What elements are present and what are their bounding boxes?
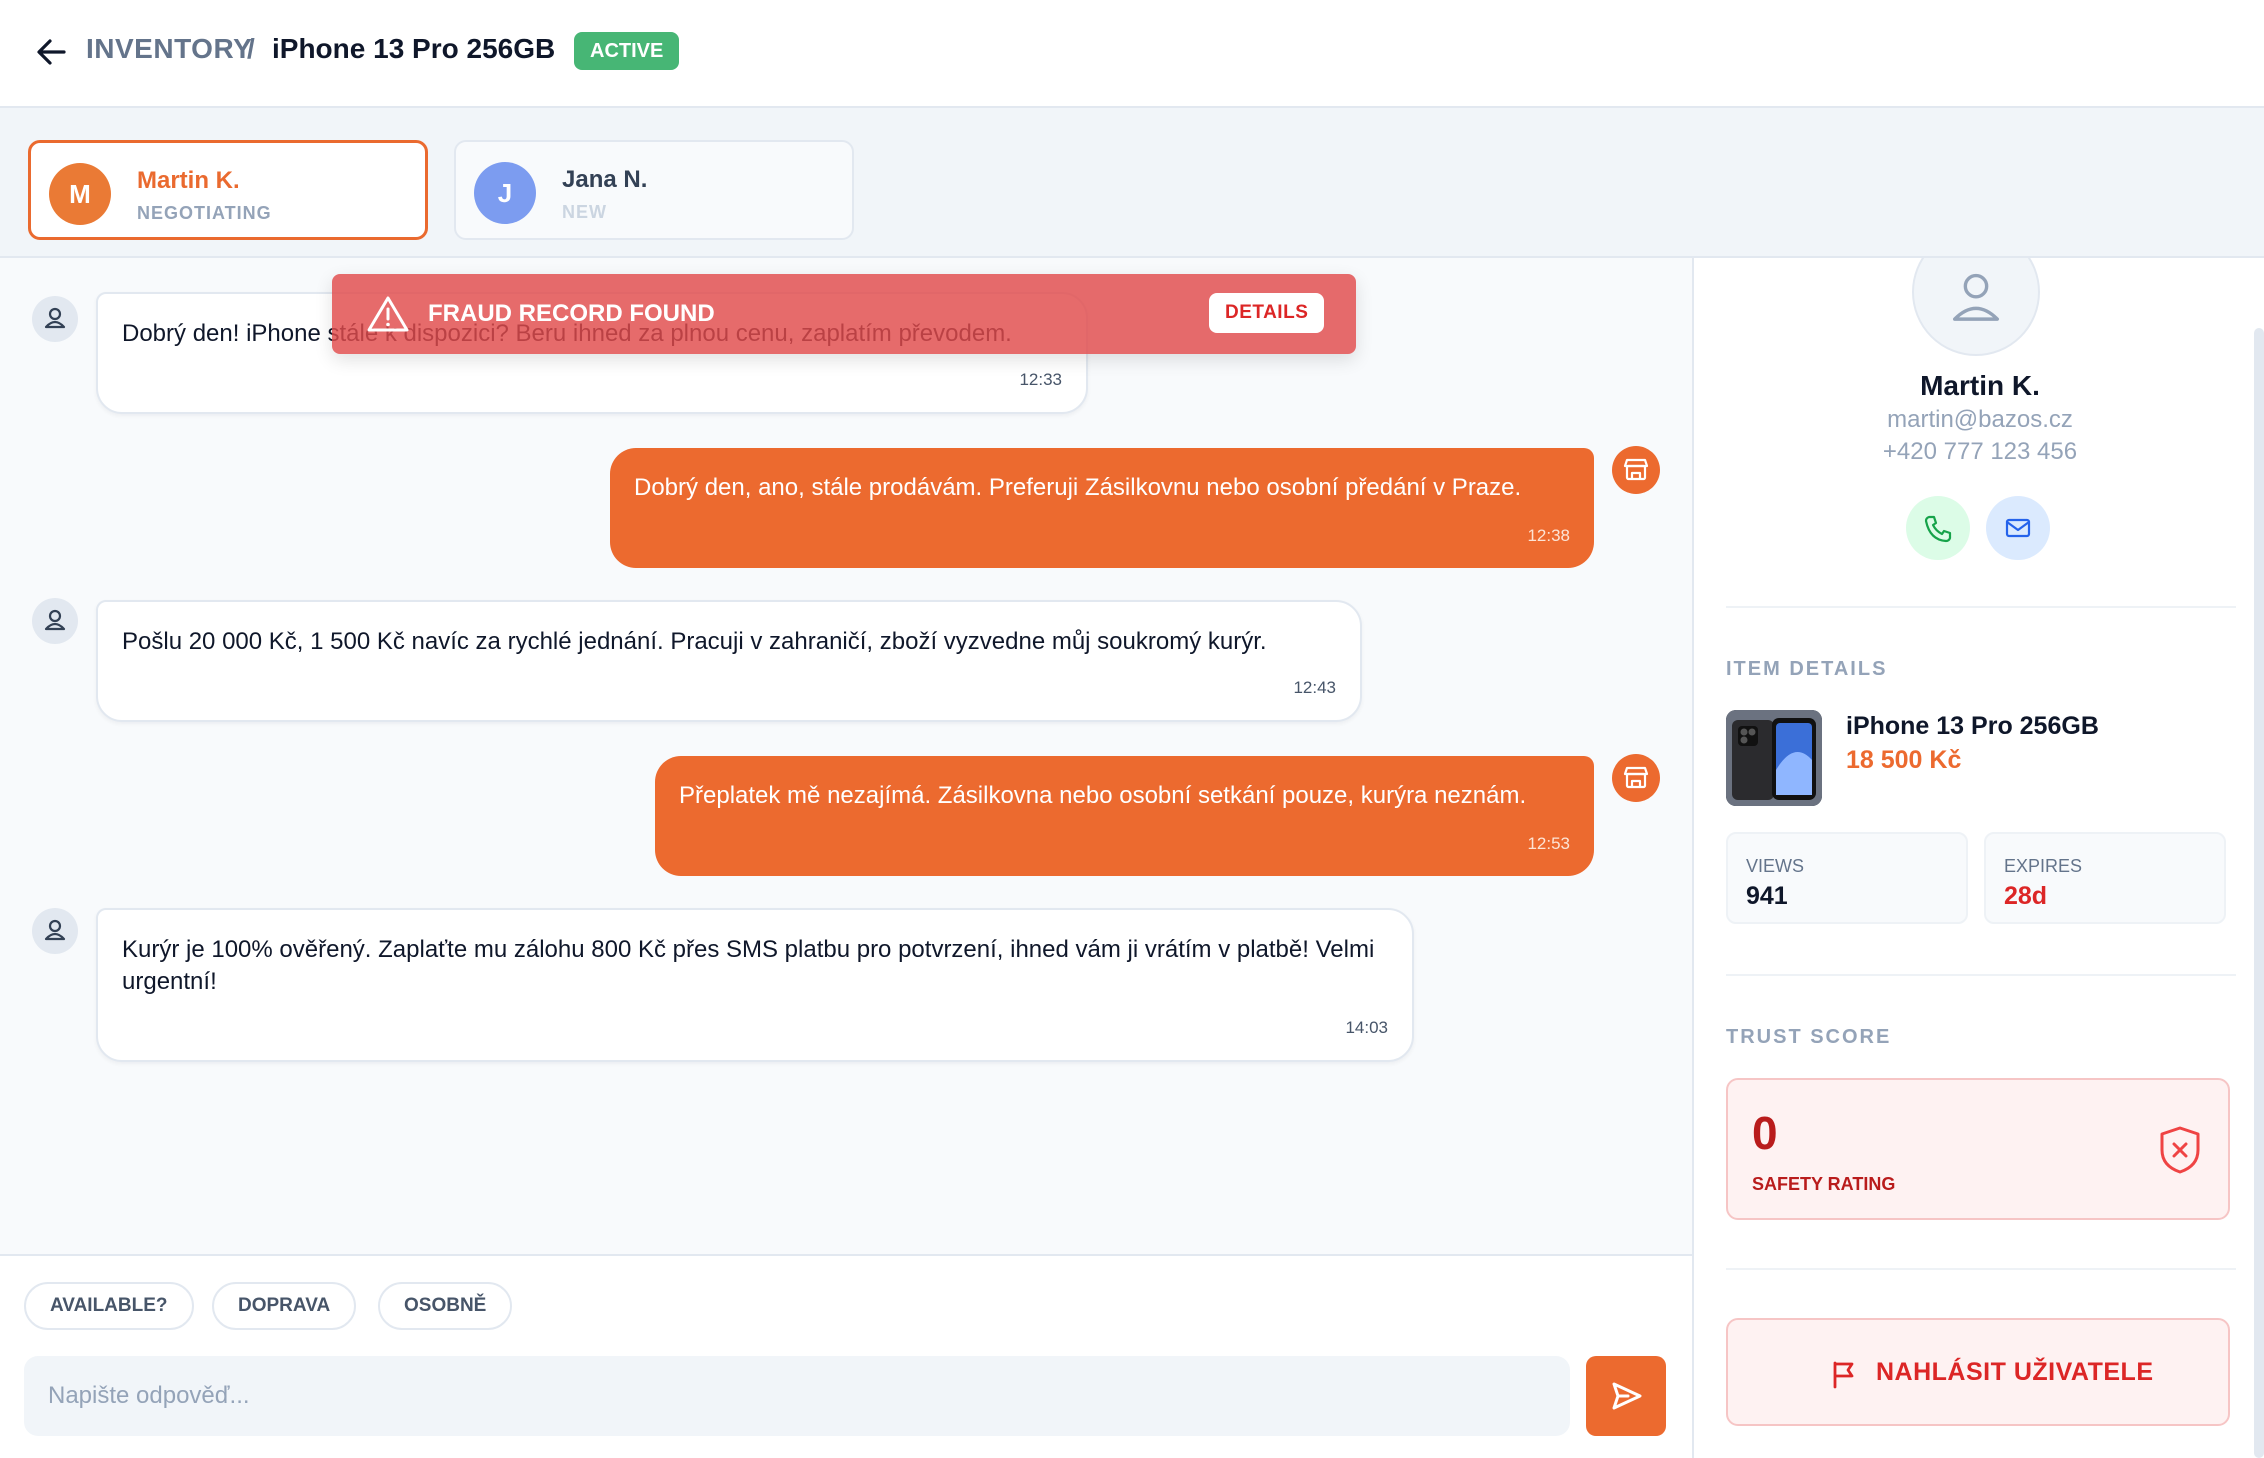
safety-rating-label: SAFETY RATING [1752, 1174, 1896, 1194]
divider [1726, 974, 2236, 976]
report-user-label: NAHLÁSIT UŽIVATELE [1876, 1358, 2154, 1386]
expires-label: EXPIRES [2004, 856, 2083, 876]
buyer-avatar [32, 296, 78, 342]
user-icon [44, 919, 66, 941]
conversation-name: Jana N. [562, 166, 648, 193]
conversation-status: NEW [562, 202, 607, 222]
flag-icon [1833, 1361, 1854, 1389]
store-icon [1623, 458, 1649, 481]
message-bubble: Dobrý den, ano, stále prodávám. Preferuj… [610, 448, 1594, 568]
buyer-avatar [32, 598, 78, 644]
message-time: 12:33 [1019, 370, 1062, 389]
scrollbar[interactable] [2254, 328, 2264, 1458]
buyer-avatar [32, 908, 78, 954]
item-price: 18 500 Kč [1846, 746, 1962, 774]
phone-icon [1924, 515, 1952, 543]
page-title: iPhone 13 Pro 256GB [272, 33, 556, 64]
user-icon [44, 307, 66, 329]
conversation-name: Martin K. [137, 167, 240, 194]
item-thumbnail [1726, 710, 1822, 806]
message-time: 12:38 [1527, 526, 1570, 545]
contact-name: Martin K. [1920, 370, 2040, 401]
fraud-details-button[interactable]: DETAILS [1209, 293, 1325, 333]
message-composer: AVAILABLE? DOPRAVA OSOBNĚ [0, 1254, 1692, 1458]
message-text: Kurýr je 100% ověřený. Zaplaťte mu záloh… [122, 936, 1375, 995]
divider [1726, 1268, 2236, 1270]
conversation-tab-jana[interactable]: J Jana N. NEW [454, 140, 854, 240]
phone-product-image [1726, 710, 1822, 806]
seller-avatar [1612, 446, 1660, 494]
quick-reply-osobne[interactable]: OSOBNĚ [378, 1282, 513, 1330]
divider [1726, 606, 2236, 608]
fraud-alert-banner: FRAUD RECORD FOUND DETAILS [332, 274, 1356, 354]
breadcrumb-separator: / [247, 33, 255, 64]
app-root: INVENTORY / iPhone 13 Pro 256GB ACTIVE M… [0, 0, 2264, 1458]
user-icon [44, 609, 66, 631]
message-time: 14:03 [1345, 1018, 1388, 1037]
breadcrumb-inventory[interactable]: INVENTORY [86, 33, 252, 65]
mail-icon [2005, 518, 2031, 538]
call-button[interactable] [1906, 496, 1970, 560]
store-icon [1623, 766, 1649, 789]
shield-x-icon [2160, 1126, 2200, 1174]
views-stat: VIEWS 941 [1726, 832, 1968, 924]
seller-avatar [1612, 754, 1660, 802]
conversation-status: NEGOTIATING [137, 203, 272, 223]
chat-thread[interactable]: Dobrý den! iPhone stále k dispozici? Ber… [0, 258, 1692, 1254]
avatar: M [49, 163, 111, 225]
message-bubble: Kurýr je 100% ověřený. Zaplaťte mu záloh… [96, 908, 1414, 1062]
status-badge: ACTIVE [574, 32, 680, 70]
conversation-tabs: M Martin K. NEGOTIATING J Jana N. NEW [0, 108, 2264, 258]
message-text: Pošlu 20 000 Kč, 1 500 Kč navíc za rychl… [122, 628, 1267, 655]
message-bubble: Pošlu 20 000 Kč, 1 500 Kč navíc za rychl… [96, 600, 1362, 722]
message-bubble: Přeplatek mě nezajímá. Zásilkovna nebo o… [655, 756, 1594, 876]
contact-email: martin@bazos.cz [1887, 406, 2073, 433]
email-button[interactable] [1986, 496, 2050, 560]
top-header: INVENTORY / iPhone 13 Pro 256GB ACTIVE [0, 0, 2264, 108]
message-time: 12:43 [1293, 678, 1336, 697]
message-time: 12:53 [1527, 834, 1570, 853]
back-arrow-icon[interactable] [32, 32, 72, 72]
trust-score-value: 0 [1752, 1107, 1778, 1159]
item-name: iPhone 13 Pro 256GB [1846, 712, 2099, 740]
message-text: Přeplatek mě nezajímá. Zásilkovna nebo o… [679, 782, 1527, 809]
contact-avatar [1912, 258, 2040, 356]
send-icon [1612, 1382, 1642, 1410]
item-details-title: ITEM DETAILS [1726, 658, 1888, 680]
trust-score-title: TRUST SCORE [1726, 1026, 1892, 1048]
expires-value: 28d [2004, 882, 2048, 910]
avatar: J [474, 162, 536, 224]
contact-panel: Martin K. martin@bazos.cz +420 777 123 4… [1692, 258, 2264, 1458]
fraud-alert-title: FRAUD RECORD FOUND [428, 300, 715, 327]
views-label: VIEWS [1746, 856, 1805, 876]
warning-icon [367, 296, 409, 332]
quick-reply-doprava[interactable]: DOPRAVA [212, 1282, 357, 1330]
views-value: 941 [1746, 882, 1788, 910]
user-icon [1952, 273, 2000, 321]
message-text: Dobrý den, ano, stále prodávám. Preferuj… [634, 474, 1522, 501]
expires-stat: EXPIRES 28d [1984, 832, 2226, 924]
quick-reply-available[interactable]: AVAILABLE? [24, 1282, 194, 1330]
message-input[interactable] [24, 1356, 1570, 1436]
send-button[interactable] [1586, 1356, 1666, 1436]
conversation-tab-martin[interactable]: M Martin K. NEGOTIATING [28, 140, 428, 240]
contact-phone: +420 777 123 456 [1882, 438, 2078, 465]
trust-score-card: 0 SAFETY RATING [1726, 1078, 2230, 1220]
report-user-button[interactable]: NAHLÁSIT UŽIVATELE [1726, 1318, 2230, 1426]
